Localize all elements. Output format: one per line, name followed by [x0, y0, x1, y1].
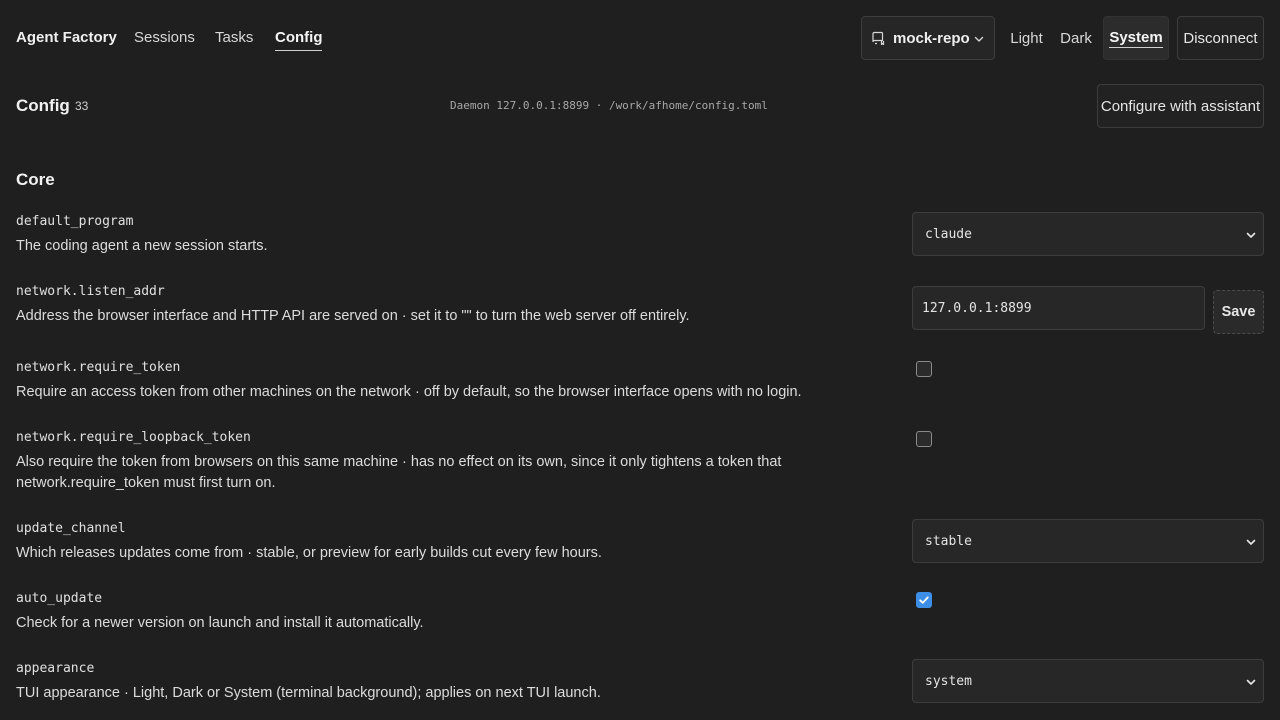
page-title: Config: [16, 96, 70, 115]
chevron-down-icon: [1246, 679, 1256, 685]
nav-sessions[interactable]: Sessions: [134, 29, 195, 47]
setting-desc-require-token: Require an access token from other machi…: [16, 384, 802, 400]
setting-desc-auto-update: Check for a newer version on launch and …: [16, 615, 424, 631]
listen-addr-input[interactable]: [912, 286, 1205, 330]
setting-key-auto-update: auto_update: [16, 591, 103, 606]
nav-tasks[interactable]: Tasks: [215, 29, 253, 47]
appearance-value: system: [925, 674, 972, 689]
theme-system-button[interactable]: System: [1103, 16, 1169, 60]
chevron-down-icon: [974, 36, 984, 42]
repo-selector[interactable]: mock-repo: [861, 16, 995, 60]
theme-dark-label: Dark: [1060, 29, 1092, 47]
brand-link[interactable]: Agent Factory: [16, 29, 117, 47]
default-program-select[interactable]: claude: [912, 212, 1264, 256]
repo-name: mock-repo: [893, 30, 970, 47]
update-channel-select[interactable]: stable: [912, 519, 1264, 563]
default-program-value: claude: [925, 227, 972, 242]
nav-config[interactable]: Config: [275, 29, 323, 51]
update-channel-value: stable: [925, 534, 972, 549]
theme-light-button[interactable]: Light: [1003, 16, 1050, 60]
theme-dark-button[interactable]: Dark: [1054, 16, 1098, 60]
setting-desc-update-channel: Which releases updates come from · stabl…: [16, 545, 602, 561]
appearance-select[interactable]: system: [912, 659, 1264, 703]
setting-desc-listen-addr: Address the browser interface and HTTP A…: [16, 308, 690, 324]
setting-desc-default-program: The coding agent a new session starts.: [16, 238, 268, 254]
settings-count: 33: [75, 99, 89, 113]
require-token-checkbox[interactable]: [916, 361, 932, 377]
section-title-core: Core: [16, 170, 55, 189]
setting-key-require-loopback-token: network.require_loopback_token: [16, 430, 251, 445]
repo-icon: [872, 31, 885, 45]
theme-light-label: Light: [1010, 29, 1043, 47]
check-icon: [919, 596, 929, 604]
top-navigation: Agent Factory Sessions Tasks Config mock…: [0, 0, 1280, 76]
setting-desc-appearance: TUI appearance · Light, Dark or System (…: [16, 685, 601, 701]
theme-system-label: System: [1109, 28, 1163, 48]
daemon-info: Daemon 127.0.0.1:8899 · /work/afhome/con…: [450, 99, 768, 112]
setting-desc-require-loopback-token: Also require the token from browsers on …: [16, 454, 782, 491]
setting-key-update-channel: update_channel: [16, 521, 126, 536]
setting-key-listen-addr: network.listen_addr: [16, 284, 165, 299]
save-listen-addr-button[interactable]: Save: [1213, 290, 1264, 334]
setting-key-default-program: default_program: [16, 214, 134, 229]
chevron-down-icon: [1246, 232, 1256, 238]
setting-key-appearance: appearance: [16, 661, 95, 676]
setting-key-require-token: network.require_token: [16, 360, 181, 375]
configure-with-assistant-button[interactable]: Configure with assistant: [1097, 84, 1264, 128]
auto-update-checkbox[interactable]: [916, 592, 932, 608]
chevron-down-icon: [1246, 539, 1256, 545]
require-loopback-token-checkbox[interactable]: [916, 431, 932, 447]
disconnect-button[interactable]: Disconnect: [1177, 16, 1264, 60]
